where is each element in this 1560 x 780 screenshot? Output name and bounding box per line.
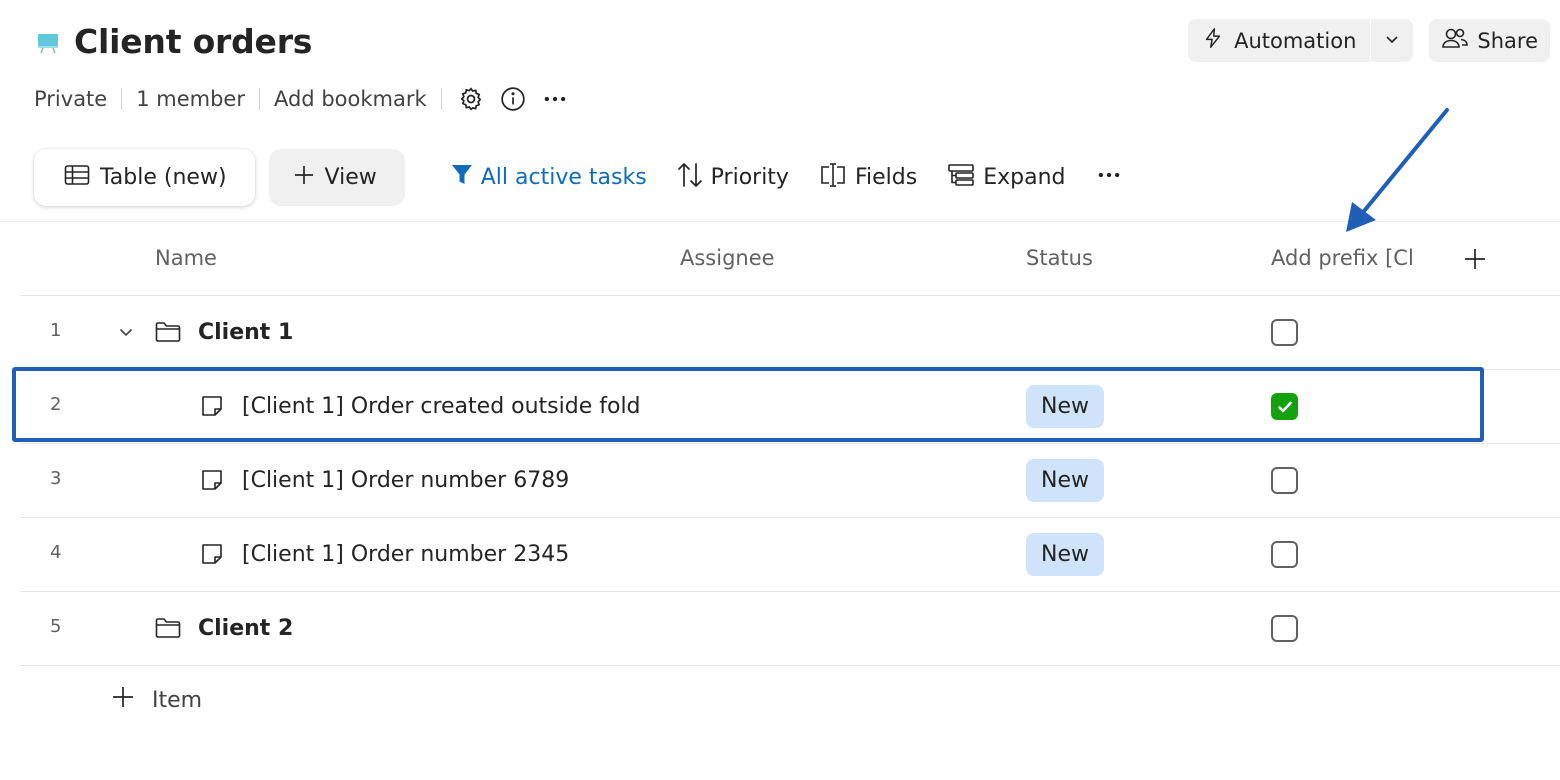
filter-label: All active tasks	[480, 165, 647, 190]
status-badge[interactable]: New	[1026, 385, 1104, 428]
folder-icon	[154, 614, 182, 642]
plus-icon	[293, 164, 315, 192]
expand-label: Expand	[983, 165, 1066, 190]
sort-label: Priority	[710, 165, 789, 190]
column-header-add-prefix[interactable]: Add prefix [Cl	[1271, 246, 1419, 270]
expand-button[interactable]: Expand	[947, 163, 1066, 193]
chevron-down-icon[interactable]	[114, 320, 138, 344]
share-button[interactable]: Share	[1429, 19, 1550, 62]
row-number: 2	[50, 394, 62, 415]
lightning-icon	[1202, 26, 1224, 55]
table-row[interactable]: 2 [Client 1] Order created outside fold …	[20, 370, 1560, 444]
member-count[interactable]: 1 member	[136, 87, 259, 111]
add-view-label: View	[324, 165, 377, 190]
toolbar-more-button[interactable]	[1096, 162, 1122, 194]
column-header-name[interactable]: Name	[155, 246, 217, 270]
tasks-table: Name Assignee Status Add prefix [Cl 1 Cl…	[20, 222, 1560, 666]
status-badge[interactable]: New	[1026, 459, 1104, 502]
checkmark-icon	[1277, 401, 1292, 412]
expand-hierarchy-icon	[947, 163, 975, 193]
view-tab-label: Table (new)	[100, 165, 227, 190]
more-options-icon	[1096, 162, 1122, 194]
row-name[interactable]: Client 2	[198, 616, 293, 641]
filter-funnel-icon	[451, 163, 473, 193]
prefix-checkbox-checked[interactable]	[1271, 393, 1298, 420]
prefix-checkbox[interactable]	[1271, 615, 1298, 642]
table-row[interactable]: 3 [Client 1] Order number 6789 New	[20, 444, 1560, 518]
row-name[interactable]: Client 1	[198, 320, 293, 345]
share-label: Share	[1477, 28, 1538, 53]
meta-divider	[121, 88, 123, 110]
info-icon[interactable]	[498, 84, 528, 114]
sort-arrows-icon	[677, 161, 703, 195]
note-task-icon	[198, 392, 226, 420]
meta-row: Private 1 member Add bookmark	[34, 84, 582, 114]
prefix-checkbox[interactable]	[1271, 541, 1298, 568]
table-header: Name Assignee Status Add prefix [Cl	[20, 222, 1560, 296]
chevron-down-icon	[1384, 31, 1400, 51]
view-tab-table[interactable]: Table (new)	[34, 149, 255, 206]
row-name[interactable]: [Client 1] Order number 2345	[242, 542, 569, 567]
filter-button[interactable]: All active tasks	[451, 163, 647, 193]
table-row[interactable]: 1 Client 1	[20, 296, 1560, 370]
people-icon	[1441, 26, 1469, 55]
row-name[interactable]: [Client 1] Order number 6789	[242, 468, 569, 493]
add-item-button[interactable]: Item	[112, 686, 202, 714]
status-badge[interactable]: New	[1026, 533, 1104, 576]
automation-dropdown-button[interactable]	[1371, 19, 1413, 62]
automation-label: Automation	[1234, 28, 1357, 53]
more-options-icon[interactable]	[540, 84, 570, 114]
folder-icon	[154, 318, 182, 346]
table-icon	[64, 164, 90, 192]
top-right-actions: Automation Share	[1188, 19, 1550, 62]
privacy-label[interactable]: Private	[34, 87, 121, 111]
column-header-assignee[interactable]: Assignee	[680, 246, 775, 270]
prefix-checkbox[interactable]	[1271, 467, 1298, 494]
annotation-arrow-icon	[1346, 108, 1449, 232]
sort-button[interactable]: Priority	[677, 161, 789, 195]
row-name[interactable]: [Client 1] Order created outside fold	[242, 394, 644, 419]
title-row: Client orders	[34, 22, 312, 61]
table-row[interactable]: 5 Client 2	[20, 592, 1560, 666]
note-task-icon	[198, 466, 226, 494]
automation-button[interactable]: Automation	[1188, 19, 1370, 62]
row-number: 5	[50, 616, 62, 637]
fields-button[interactable]: Fields	[819, 162, 917, 194]
board-icon	[34, 28, 62, 56]
table-row[interactable]: 4 [Client 1] Order number 2345 New	[20, 518, 1560, 592]
prefix-checkbox[interactable]	[1271, 319, 1298, 346]
add-bookmark-link[interactable]: Add bookmark	[274, 87, 441, 111]
column-header-status[interactable]: Status	[1026, 246, 1093, 270]
add-column-plus-icon[interactable]	[1460, 244, 1490, 274]
meta-divider	[258, 88, 260, 110]
page-title: Client orders	[74, 22, 313, 61]
row-number: 1	[50, 320, 62, 341]
add-view-button[interactable]: View	[268, 149, 405, 206]
fields-label: Fields	[854, 165, 918, 190]
fields-icon	[819, 162, 847, 194]
note-task-icon	[198, 540, 226, 568]
row-number: 4	[50, 542, 62, 563]
add-item-label: Item	[152, 687, 203, 713]
row-number: 3	[50, 468, 62, 489]
plus-icon	[112, 686, 134, 714]
view-toolbar: Table (new) View All active tasks Priori…	[34, 149, 1122, 206]
settings-gear-icon[interactable]	[456, 84, 486, 114]
automation-split-button: Automation	[1188, 19, 1414, 62]
meta-divider	[440, 88, 442, 110]
